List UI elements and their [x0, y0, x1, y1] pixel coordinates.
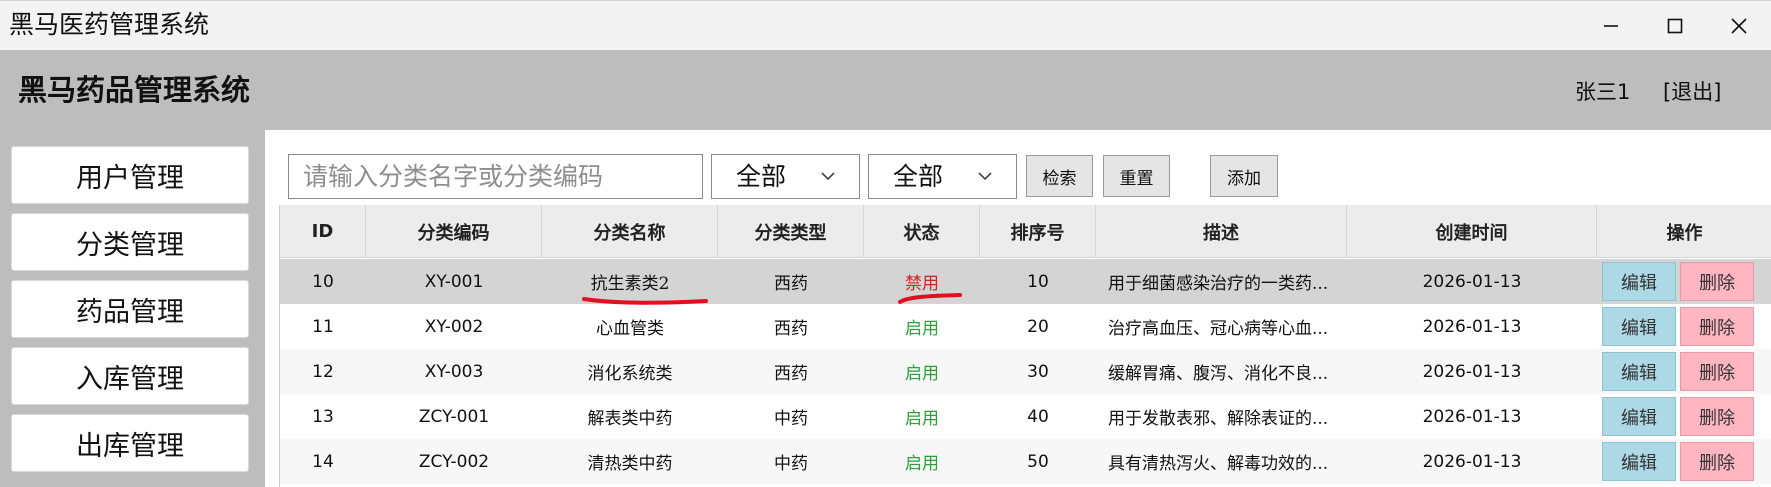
- cell-order: 50: [1027, 451, 1049, 472]
- status-filter-select[interactable]: 全部: [868, 154, 1017, 199]
- cell-order: 40: [1027, 406, 1049, 427]
- category-table: ID 分类编码 分类名称 分类类型 状态 排序号 描述 创建时间 操作 10 X…: [279, 205, 1771, 487]
- delete-button[interactable]: 删除: [1680, 397, 1754, 436]
- maximize-icon: [1667, 18, 1683, 34]
- chevron-down-icon: [978, 172, 992, 181]
- search-button[interactable]: 检索: [1026, 155, 1093, 197]
- cell-order: 10: [1027, 271, 1049, 292]
- cell-code: XY-003: [424, 361, 484, 382]
- column-header-id: ID: [280, 205, 366, 258]
- edit-button[interactable]: 编辑: [1602, 352, 1676, 391]
- cell-created: 2026-01-13: [1422, 406, 1522, 427]
- minimize-icon: [1604, 25, 1618, 27]
- sidebar-item-stock-out[interactable]: 出库管理: [11, 414, 249, 472]
- cell-created: 2026-01-13: [1422, 361, 1522, 382]
- cell-order: 30: [1027, 361, 1049, 382]
- logout-link[interactable]: [退出]: [1663, 78, 1721, 106]
- delete-button[interactable]: 删除: [1680, 442, 1754, 481]
- window-title: 黑马医药管理系统: [9, 10, 210, 39]
- cell-actions: 编辑 删除: [1597, 349, 1771, 394]
- column-header-type: 分类类型: [718, 205, 864, 258]
- app-title: 黑马药品管理系统: [18, 73, 251, 107]
- column-header-order: 排序号: [980, 205, 1096, 258]
- window-title-bar: 黑马医药管理系统: [0, 0, 1771, 50]
- sidebar-item-users[interactable]: 用户管理: [11, 146, 249, 204]
- edit-button[interactable]: 编辑: [1602, 442, 1676, 481]
- cell-actions: 编辑 删除: [1597, 394, 1771, 439]
- chevron-down-icon: [821, 172, 835, 181]
- cell-id: 10: [312, 271, 334, 292]
- cell-description: 用于细菌感染治疗的一类药...: [1108, 274, 1329, 294]
- cell-created: 2026-01-13: [1422, 316, 1522, 337]
- cell-actions: 编辑 删除: [1597, 439, 1771, 484]
- type-filter-select[interactable]: 全部: [711, 154, 860, 199]
- close-icon: [1731, 18, 1747, 34]
- add-button[interactable]: 添加: [1210, 155, 1278, 197]
- cell-status: 启用: [905, 409, 939, 429]
- cell-name: 心血管类: [596, 319, 664, 339]
- cell-description: 缓解胃痛、腹泻、消化不良...: [1108, 364, 1329, 384]
- reset-button[interactable]: 重置: [1103, 155, 1170, 197]
- cell-name: 清热类中药: [587, 454, 673, 474]
- cell-name: 解表类中药: [587, 409, 673, 429]
- cell-created: 2026-01-13: [1422, 271, 1522, 292]
- cell-name: 消化系统类: [587, 364, 673, 384]
- delete-button[interactable]: 删除: [1680, 352, 1754, 391]
- table-row[interactable]: 10 XY-001 抗生素类2 西药 禁用 10 用于细菌感染治疗的一类药...…: [280, 259, 1771, 304]
- app-header: 黑马药品管理系统 张三1 [退出]: [0, 50, 1771, 130]
- underline-annotation: [582, 297, 708, 305]
- minimize-button[interactable]: [1578, 1, 1644, 51]
- cell-description: 具有清热泻火、解毒功效的...: [1108, 454, 1329, 474]
- cell-id: 14: [312, 451, 334, 472]
- sidebar: 用户管理 分类管理 药品管理 入库管理 出库管理: [0, 130, 265, 487]
- cell-created: 2026-01-13: [1422, 451, 1522, 472]
- delete-button[interactable]: 删除: [1680, 262, 1754, 301]
- edit-button[interactable]: 编辑: [1602, 307, 1676, 346]
- cell-type: 西药: [774, 319, 808, 339]
- cell-type: 西药: [774, 364, 808, 384]
- cell-status: 启用: [905, 364, 939, 384]
- column-header-code: 分类编码: [366, 205, 542, 258]
- cell-id: 11: [312, 316, 334, 337]
- edit-button[interactable]: 编辑: [1602, 262, 1676, 301]
- sidebar-item-drugs[interactable]: 药品管理: [11, 280, 249, 338]
- table-row[interactable]: 14 ZCY-002 清热类中药 中药 启用 50 具有清热泻火、解毒功效的..…: [280, 439, 1771, 484]
- sidebar-item-categories[interactable]: 分类管理: [11, 213, 249, 271]
- cell-type: 西药: [774, 274, 808, 294]
- table-row[interactable]: 12 XY-003 消化系统类 西药 启用 30 缓解胃痛、腹泻、消化不良...…: [280, 349, 1771, 394]
- cell-description: 用于发散表邪、解除表证的...: [1108, 409, 1329, 429]
- column-header-created: 创建时间: [1347, 205, 1597, 258]
- column-header-description: 描述: [1096, 205, 1347, 258]
- table-row[interactable]: 11 XY-002 心血管类 西药 启用 20 治疗高血压、冠心病等心血... …: [280, 304, 1771, 349]
- cell-id: 13: [312, 406, 334, 427]
- table-header: ID 分类编码 分类名称 分类类型 状态 排序号 描述 创建时间 操作: [280, 205, 1771, 258]
- maximize-button[interactable]: [1642, 1, 1708, 51]
- table-row[interactable]: 13 ZCY-001 解表类中药 中药 启用 40 用于发散表邪、解除表证的..…: [280, 394, 1771, 439]
- cell-code: ZCY-001: [418, 406, 490, 427]
- cell-code: XY-002: [424, 316, 484, 337]
- cell-actions: 编辑 删除: [1597, 259, 1771, 304]
- cell-status: 启用: [905, 454, 939, 474]
- type-filter-value: 全部: [736, 162, 787, 191]
- underline-annotation: [898, 293, 962, 304]
- cell-id: 12: [312, 361, 334, 382]
- cell-actions: 编辑 删除: [1597, 304, 1771, 349]
- cell-code: XY-001: [424, 271, 484, 292]
- cell-code: ZCY-002: [418, 451, 490, 472]
- cell-description: 治疗高血压、冠心病等心血...: [1108, 319, 1329, 339]
- close-button[interactable]: [1706, 1, 1771, 51]
- column-header-actions: 操作: [1666, 222, 1703, 244]
- cell-type: 中药: [774, 454, 808, 474]
- cell-order: 20: [1027, 316, 1049, 337]
- sidebar-item-stock-in[interactable]: 入库管理: [11, 347, 249, 405]
- column-header-status: 状态: [864, 205, 980, 258]
- column-header-name: 分类名称: [542, 205, 718, 258]
- search-input[interactable]: [288, 154, 703, 199]
- current-user: 张三1: [1575, 80, 1631, 104]
- status-filter-value: 全部: [893, 162, 944, 191]
- edit-button[interactable]: 编辑: [1602, 397, 1676, 436]
- cell-type: 中药: [774, 409, 808, 429]
- cell-status: 启用: [905, 319, 939, 339]
- delete-button[interactable]: 删除: [1680, 307, 1754, 346]
